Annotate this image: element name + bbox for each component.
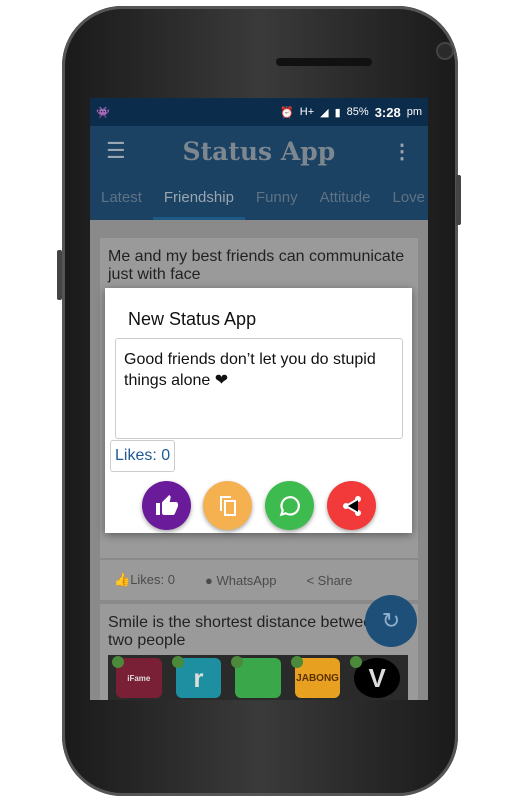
power-button xyxy=(456,175,461,225)
whatsapp-button[interactable] xyxy=(265,481,314,530)
network-label: H+ xyxy=(299,106,315,118)
battery-icon: ▮ xyxy=(334,106,341,119)
card-actions: 👍Likes: 0 ● WhatsApp < Share xyxy=(100,560,418,600)
card-whatsapp-button[interactable]: ● WhatsApp xyxy=(205,573,276,588)
tab-latest[interactable]: Latest xyxy=(90,176,153,220)
tab-friendship[interactable]: Friendship xyxy=(152,176,245,220)
copy-icon xyxy=(219,495,236,516)
refresh-icon: ↻ xyxy=(381,608,401,633)
tab-love[interactable]: Love xyxy=(382,176,429,220)
ad-item[interactable]: r xyxy=(171,656,222,698)
signal-icon: ◢ xyxy=(320,106,329,119)
card-like-button[interactable]: 👍Likes: 0 xyxy=(114,572,175,588)
card-share-button[interactable]: < Share xyxy=(306,573,352,588)
status-bar: 👾 ⏰ H+ ◢ ▮ 85% 3:28 pm xyxy=(90,98,428,126)
status-dialog: New Status App Good friends don’t let yo… xyxy=(105,288,412,533)
volume-button xyxy=(57,250,62,300)
clock: 3:28 xyxy=(374,104,401,120)
dialog-title: New Status App xyxy=(128,309,257,329)
share-icon xyxy=(342,495,361,516)
thumbs-up-icon xyxy=(155,494,178,515)
more-options-icon[interactable]: ⋮ xyxy=(392,139,412,164)
likes-count[interactable]: Likes: 0 xyxy=(110,440,176,472)
alarm-icon: ⏰ xyxy=(280,106,294,119)
app-screen: 👾 ⏰ H+ ◢ ▮ 85% 3:28 pm ☰ Status App ⋮ La… xyxy=(90,98,428,700)
whatsapp-icon xyxy=(279,495,300,516)
clock-ampm: pm xyxy=(406,106,422,118)
tab-attitude[interactable]: Attitude xyxy=(309,176,382,220)
ad-item[interactable] xyxy=(231,656,281,698)
speaker xyxy=(276,58,372,66)
like-button[interactable] xyxy=(142,481,191,530)
refresh-button[interactable]: ↻ xyxy=(365,595,417,647)
tab-bar: Latest Friendship Funny Attitude Love xyxy=(90,176,428,220)
toolbar: ☰ Status App ⋮ xyxy=(90,126,428,176)
card-text: Me and my best friends can communicate j… xyxy=(108,248,405,283)
notification-icon: 👾 xyxy=(96,106,110,119)
app-title: Status App xyxy=(182,136,336,166)
card-text: Smile is the shortest distance between t… xyxy=(108,614,382,649)
ad-item[interactable]: V xyxy=(350,656,400,698)
ad-item[interactable]: JABONG xyxy=(290,656,341,698)
copy-button[interactable] xyxy=(203,481,252,530)
tab-funny[interactable]: Funny xyxy=(245,176,309,220)
ad-item[interactable]: iFame xyxy=(112,656,162,698)
camera xyxy=(438,44,452,58)
menu-icon[interactable]: ☰ xyxy=(106,138,126,164)
ad-banner[interactable]: iFame r JABONG V xyxy=(108,655,408,700)
battery-level: 85% xyxy=(346,106,369,118)
status-text-box[interactable]: Good friends don’t let you do stupid thi… xyxy=(115,338,403,439)
share-button[interactable] xyxy=(327,481,376,530)
